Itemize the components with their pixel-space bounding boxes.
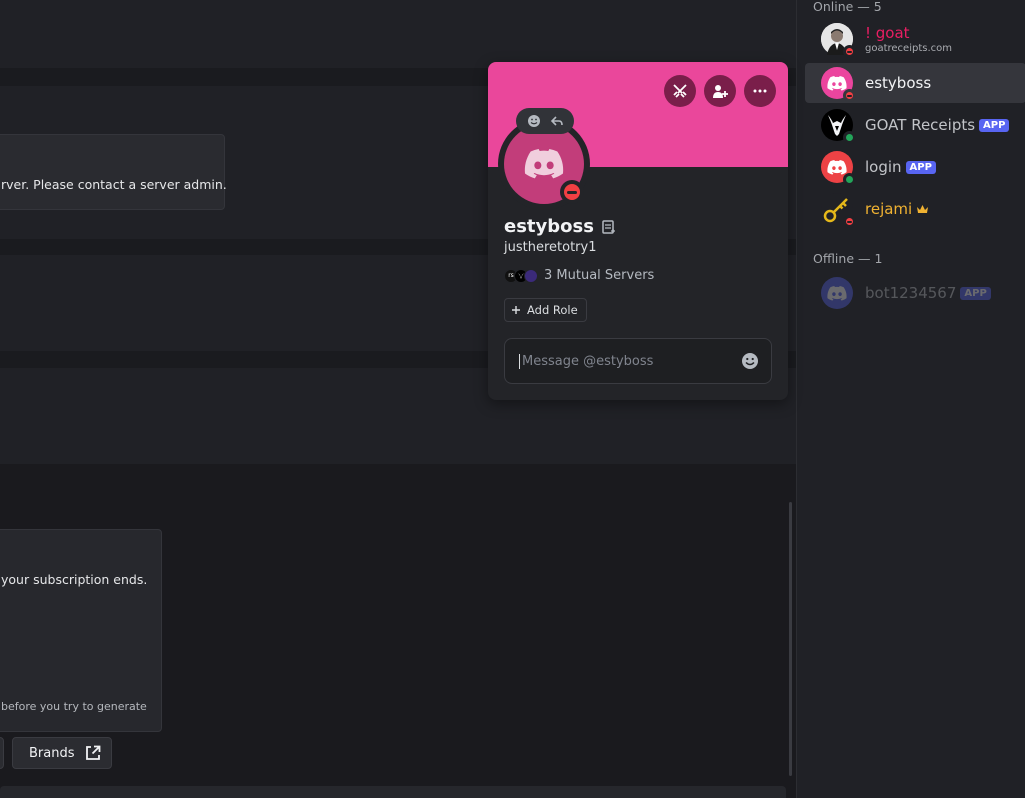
direct-message-box	[504, 338, 772, 384]
member-name: ! goat	[865, 24, 910, 42]
avatar	[821, 151, 856, 186]
message-group	[0, 0, 796, 68]
add-friend-button[interactable]	[704, 75, 736, 107]
reply-icon[interactable]	[550, 114, 564, 128]
member-name: login	[865, 158, 902, 176]
external-link-icon	[85, 745, 100, 760]
message-composer[interactable]	[0, 786, 786, 798]
add-friend-icon	[713, 85, 728, 98]
brands-button-label: Brands	[29, 745, 75, 761]
dnd-status-icon	[843, 45, 856, 58]
app-badge: APP	[979, 118, 1010, 132]
embed-button[interactable]	[0, 737, 4, 769]
avatar	[821, 277, 853, 309]
member-name: bot1234567	[865, 284, 957, 302]
error-embed-text: rver. Please contact a server admin.	[1, 177, 227, 192]
member-list: Online — 5 ! goat goatreceipts.com estyb…	[796, 0, 1025, 798]
server-icon	[524, 268, 538, 283]
member-goat-receipts[interactable]: GOAT Receipts APP	[805, 105, 1025, 145]
subscription-embed-text: your subscription ends.	[1, 572, 148, 587]
app-badge: APP	[905, 160, 936, 174]
emoji-icon[interactable]	[527, 114, 541, 128]
online-status-icon	[843, 173, 856, 186]
crown-icon	[917, 205, 929, 213]
avatar	[821, 23, 856, 58]
member-name: rejami	[865, 200, 913, 218]
member-name: estyboss	[865, 74, 932, 92]
no-dms-button[interactable]	[664, 75, 696, 107]
member-name: GOAT Receipts	[865, 116, 976, 134]
profile-display-name-row: estyboss	[504, 216, 616, 237]
online-status-icon	[843, 131, 856, 144]
chat-scrollbar[interactable]	[789, 502, 792, 776]
dnd-status-icon	[843, 215, 856, 228]
profile-username: justheretotry1	[504, 240, 597, 255]
note-icon[interactable]	[602, 219, 616, 234]
avatar	[821, 193, 856, 228]
discord-logo-icon	[524, 149, 564, 179]
dnd-status-icon	[843, 89, 856, 102]
avatar	[821, 67, 856, 102]
discord-logo-icon	[827, 159, 847, 175]
add-role-button[interactable]: Add Role	[504, 298, 587, 322]
add-role-label: Add Role	[527, 303, 578, 317]
member-estyboss[interactable]: estyboss	[805, 63, 1025, 103]
mutual-servers-link[interactable]: rs 3 Mutual Servers	[504, 268, 654, 283]
user-profile-popout: estyboss justheretotry1 rs 3 Mutual Serv…	[488, 62, 788, 400]
avatar-hover-actions	[516, 108, 574, 134]
mutual-servers-label: 3 Mutual Servers	[544, 268, 655, 283]
subscription-embed: your subscription ends. before you try t…	[0, 529, 162, 732]
error-embed: rver. Please contact a server admin.	[0, 134, 227, 210]
discord-logo-icon	[827, 285, 847, 301]
swords-icon	[673, 84, 687, 98]
member-goat[interactable]: ! goat goatreceipts.com	[805, 19, 1025, 59]
profile-display-name: estyboss	[504, 216, 594, 237]
member-login[interactable]: login APP	[805, 147, 1025, 187]
avatar	[821, 109, 856, 144]
more-options-button[interactable]	[744, 75, 776, 107]
member-bot1234567[interactable]: bot1234567 APP	[805, 273, 1025, 313]
online-header: Online — 5	[813, 0, 882, 14]
offline-header: Offline — 1	[813, 251, 883, 266]
brands-link-button[interactable]: Brands	[12, 737, 112, 769]
discord-logo-icon	[827, 75, 847, 91]
app-badge: APP	[960, 286, 991, 300]
ellipsis-icon	[753, 89, 767, 93]
emoji-picker-icon[interactable]	[741, 352, 759, 374]
member-activity: goatreceipts.com	[865, 43, 953, 54]
plus-icon	[512, 306, 520, 314]
member-rejami[interactable]: rejami	[805, 189, 1025, 229]
dnd-status-icon	[560, 180, 584, 204]
direct-message-input[interactable]	[519, 353, 729, 369]
subscription-embed-footer: before you try to generate	[1, 700, 147, 713]
